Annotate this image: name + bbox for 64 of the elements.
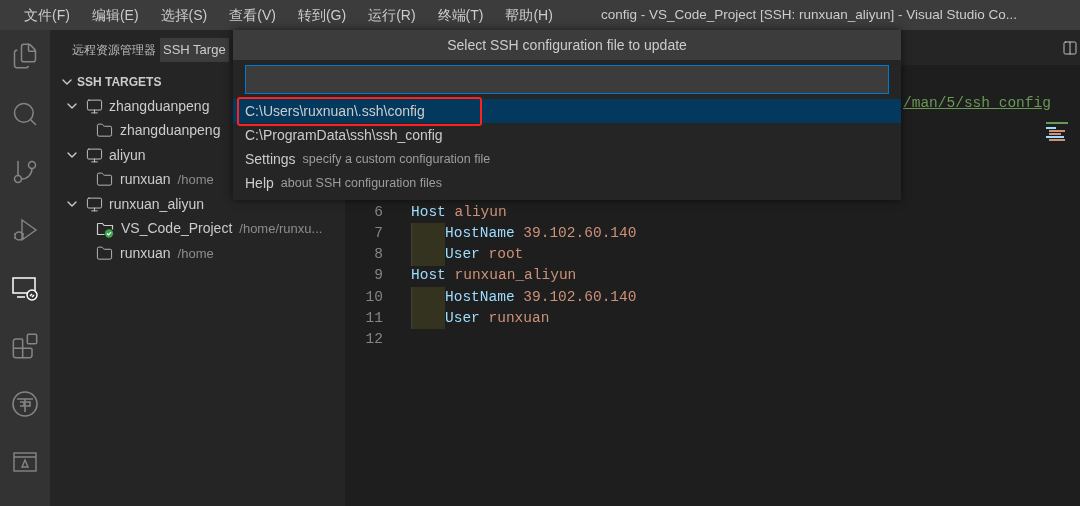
- quick-pick-item[interactable]: Settings specify a custom configuration file: [233, 147, 901, 171]
- menu-item[interactable]: 选择(S): [160, 4, 208, 26]
- code-token: 39.102.60.140: [523, 224, 637, 244]
- folder-label[interactable]: runxuan: [120, 169, 171, 191]
- link-text[interactable]: /man/5/ssh_config: [903, 92, 1051, 115]
- code-token: Host: [411, 202, 446, 222]
- line-number: 10: [364, 287, 383, 307]
- line-number: 7: [373, 224, 383, 244]
- extensions-icon[interactable]: [11, 332, 39, 360]
- line-number: 11: [364, 308, 383, 328]
- code-token: HostName: [445, 224, 515, 244]
- host-label[interactable]: runxuan_aliyun: [109, 193, 204, 215]
- code-token: runxuan: [488, 308, 550, 328]
- folder-label[interactable]: zhangduanpeng: [120, 120, 221, 142]
- monitor-icon: [86, 195, 103, 213]
- line-number: 6: [373, 202, 383, 222]
- item-description: about SSH configuration files: [280, 174, 442, 192]
- quick-pick-title: Select SSH configuration file to update: [447, 35, 687, 55]
- folder-path: /home/runxu...: [239, 220, 323, 238]
- code-token: HostName: [445, 287, 515, 307]
- folder-icon: [96, 244, 113, 262]
- target-dropdown[interactable]: SSH Targe: [160, 38, 229, 62]
- line-number: 9: [373, 266, 383, 286]
- section-title[interactable]: SSH TARGETS: [77, 73, 162, 91]
- monitor-icon: [86, 146, 103, 164]
- code-token: User: [445, 308, 480, 328]
- split-editor-icon[interactable]: [1062, 39, 1078, 56]
- quick-pick-item[interactable]: Help about SSH configuration files: [233, 171, 901, 195]
- input-field[interactable]: [245, 65, 889, 94]
- line-number: 8: [373, 245, 383, 265]
- code-token: aliyun: [454, 202, 507, 222]
- host-label[interactable]: aliyun: [109, 144, 146, 166]
- sidebar-title: 远程资源管理器: [72, 42, 156, 59]
- monitor-icon: [86, 97, 103, 115]
- menu-item[interactable]: 编辑(E): [91, 4, 139, 26]
- circle-emblem-icon[interactable]: [11, 390, 39, 418]
- code-token: runxuan_aliyun: [454, 266, 577, 286]
- folder-path: /home: [177, 244, 214, 263]
- code-token: root: [488, 245, 524, 265]
- line-number: 12: [364, 330, 383, 350]
- menu-item[interactable]: 转到(G): [297, 4, 347, 26]
- files-icon[interactable]: [11, 42, 39, 70]
- folder-icon: [96, 122, 113, 140]
- folder-path: /home: [177, 171, 214, 189]
- menu-item[interactable]: 帮助(H): [505, 4, 553, 26]
- play-bug-icon[interactable]: [11, 216, 39, 244]
- window-title: config - VS_Code_Project [SSH: runxuan_aliyun] - Visual Studio Co...: [600, 5, 1018, 24]
- item-description: specify a custom configuration file: [302, 150, 491, 168]
- folder-label[interactable]: VS_Code_Project: [121, 218, 233, 240]
- quick-pick-item[interactable]: C:\ProgramData\ssh\ssh_config: [233, 123, 901, 147]
- menu-item[interactable]: 查看(V): [229, 4, 276, 26]
- branch-icon[interactable]: [11, 158, 39, 186]
- remote-monitor-icon[interactable]: [11, 274, 39, 302]
- host-label[interactable]: zhangduanpeng: [109, 95, 210, 117]
- menu-item[interactable]: 终端(T): [437, 4, 484, 26]
- code-token: Host: [411, 266, 446, 286]
- code-token: User: [445, 245, 480, 265]
- code-token: 39.102.60.140: [523, 287, 637, 307]
- menu-item[interactable]: 运行(R): [368, 4, 416, 26]
- folder-label[interactable]: runxuan: [120, 242, 171, 264]
- folder-icon: [96, 171, 113, 189]
- search-icon[interactable]: [11, 100, 39, 128]
- quick-pick-item[interactable]: C:\Users\ruxnuan\.ssh\config: [233, 99, 901, 123]
- menu-item[interactable]: 文件(F): [24, 4, 70, 26]
